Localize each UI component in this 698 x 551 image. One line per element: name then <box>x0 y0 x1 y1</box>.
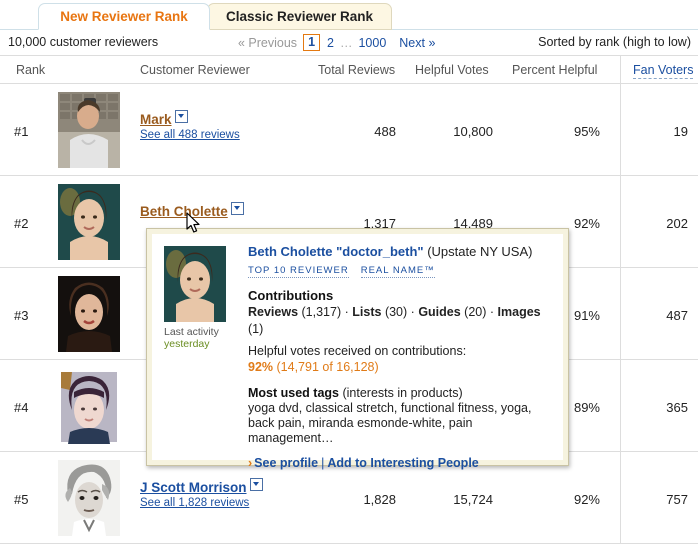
reviewer-profile-popup: Last activity yesterday Beth Cholette "d… <box>146 228 569 470</box>
info-bar: 10,000 customer reviewers « Previous 1 2 … 1… <box>0 30 698 56</box>
column-header-percent-helpful: Percent Helpful <box>512 63 598 77</box>
pagination-page-2[interactable]: 2 <box>327 36 334 50</box>
pagination: « Previous 1 2 … 1000 Next » <box>238 34 435 51</box>
contrib-images-label[interactable]: Images <box>498 305 541 319</box>
sort-indicator: Sorted by rank (high to low) <box>538 35 691 49</box>
popup-last-activity: Last activity yesterday <box>164 326 242 350</box>
popup-reviewer-location: (Upstate NY USA) <box>427 244 533 259</box>
rank-value: #4 <box>14 400 29 415</box>
avatar[interactable] <box>58 460 120 536</box>
rank-value: #5 <box>14 492 29 507</box>
row-column-divider <box>620 452 621 544</box>
column-header-total-reviews: Total Reviews <box>318 63 396 77</box>
pagination-page-1[interactable]: 1 <box>303 34 321 51</box>
tab-classic-reviewer-rank[interactable]: Classic Reviewer Rank <box>207 3 392 30</box>
popup-helpful-votes-label: Helpful votes received on contributions: <box>248 344 467 358</box>
contrib-lists-label[interactable]: Lists <box>352 305 381 319</box>
see-all-reviews-link[interactable]: See all 1,828 reviews <box>140 497 263 509</box>
fan-voters-value: 365 <box>666 400 688 415</box>
tab-new-reviewer-rank[interactable]: New Reviewer Rank <box>38 3 210 30</box>
add-to-interesting-people-link[interactable]: Add to Interesting People <box>327 456 478 470</box>
tags-heading-label: Most used tags <box>248 386 339 400</box>
contrib-images-count: (1) <box>248 322 264 336</box>
popup-tags-list: yoga dvd, classical stretch, functional … <box>248 401 532 445</box>
pagination-previous: « Previous <box>238 35 298 50</box>
badge-top-10-reviewer[interactable]: TOP 10 REVIEWER <box>248 265 349 278</box>
avatar[interactable] <box>58 92 120 168</box>
badge-real-name[interactable]: REAL NAME™ <box>360 265 435 278</box>
contrib-guides-label[interactable]: Guides <box>418 305 460 319</box>
total-reviews-value: 1,828 <box>363 492 396 507</box>
popup-helpful-votes-value: 92% (14,791 of 16,128) <box>248 359 551 375</box>
contrib-sep-1: · <box>344 305 349 319</box>
row-column-divider <box>620 268 621 360</box>
popup-avatar <box>164 246 226 322</box>
contrib-reviews-label[interactable]: Reviews <box>248 305 298 319</box>
tags-subheading-label: (interests in products) <box>342 386 463 400</box>
column-header-rank: Rank <box>16 63 46 77</box>
popup-tags-heading: Most used tags (interests in products) <box>248 385 551 401</box>
contrib-guides-count: (20) <box>464 305 487 319</box>
rank-value: #2 <box>14 216 29 231</box>
row-column-divider <box>620 360 621 452</box>
helpful-votes-value: 10,800 <box>453 124 493 139</box>
contrib-reviews-count: (1,317) <box>301 305 342 319</box>
rank-value: #1 <box>14 124 29 139</box>
contrib-sep-2: · <box>410 305 415 319</box>
arrow-right-icon: › <box>248 456 253 470</box>
popup-title: Beth Cholette "doctor_beth" (Upstate NY … <box>248 244 551 260</box>
avatar[interactable] <box>58 184 120 260</box>
rank-value: #3 <box>14 308 29 323</box>
tab-bar: New Reviewer Rank Classic Reviewer Rank <box>0 0 698 30</box>
chevron-down-icon[interactable] <box>230 202 244 215</box>
total-reviews-value: 488 <box>374 124 396 139</box>
row-column-divider <box>620 84 621 176</box>
popup-badges: TOP 10 REVIEWER REAL NAME™ <box>248 262 551 278</box>
avatar[interactable] <box>58 276 120 352</box>
link-separator: | <box>321 456 325 470</box>
last-activity-value: yesterday <box>164 338 210 350</box>
table-row: #1 Mark See all 488 reviews 488 10,800 9… <box>0 84 698 176</box>
pagination-page-last[interactable]: 1000 <box>358 36 386 50</box>
see-all-reviews-link[interactable]: See all 488 reviews <box>140 129 240 141</box>
helpful-votes-detail: (14,791 of 16,128) <box>276 360 379 374</box>
reviewer-name-link[interactable]: Mark <box>140 112 172 127</box>
popup-contributions-line: Reviews (1,317) · Lists (30) · Guides (2… <box>248 304 551 338</box>
popup-reviewer-name[interactable]: Beth Cholette <box>248 244 333 259</box>
table-header-row: Rank Customer Reviewer Total Reviews Hel… <box>0 56 698 84</box>
column-header-fan-voters[interactable]: Fan Voters <box>633 63 694 79</box>
contrib-lists-count: (30) <box>384 305 408 319</box>
reviewer-name-link[interactable]: Beth Cholette <box>140 204 228 219</box>
popup-action-links: › See profile | Add to Interesting People <box>248 456 551 470</box>
popup-reviewer-nickname: "doctor_beth" <box>336 244 424 259</box>
reviewer-count-label: 10,000 customer reviewers <box>8 35 159 49</box>
reviewer-name-cell: J Scott Morrison See all 1,828 reviews <box>140 478 263 509</box>
popup-inner: Last activity yesterday Beth Cholette "d… <box>152 234 563 470</box>
row-column-divider <box>620 176 621 268</box>
pagination-ellipsis: … <box>339 35 353 50</box>
fan-voters-value: 19 <box>673 124 688 139</box>
fan-voters-value: 757 <box>666 492 688 507</box>
see-profile-link[interactable]: See profile <box>254 456 318 470</box>
avatar[interactable] <box>58 368 120 444</box>
popup-contributions-heading: Contributions <box>248 288 334 303</box>
fan-voters-value: 202 <box>666 216 688 231</box>
fan-voters-value: 487 <box>666 308 688 323</box>
pagination-next[interactable]: Next » <box>399 36 435 50</box>
chevron-down-icon[interactable] <box>174 110 188 123</box>
popup-body: Beth Cholette "doctor_beth" (Upstate NY … <box>248 244 551 470</box>
reviewer-name-cell: Mark See all 488 reviews <box>140 110 240 141</box>
helpful-votes-value: 15,724 <box>453 492 493 507</box>
reviewer-name-link[interactable]: J Scott Morrison <box>140 480 247 495</box>
last-activity-label: Last activity <box>164 326 219 338</box>
reviewer-name-cell: Beth Cholette <box>140 202 244 219</box>
chevron-down-icon[interactable] <box>249 478 263 491</box>
percent-helpful-value: 92% <box>573 492 600 507</box>
helpful-votes-percent: 92% <box>248 360 274 374</box>
header-column-divider <box>620 56 621 84</box>
contrib-sep-3: · <box>489 305 495 319</box>
percent-helpful-value: 95% <box>573 124 600 139</box>
column-header-helpful-votes: Helpful Votes <box>415 63 489 77</box>
column-header-customer-reviewer: Customer Reviewer <box>140 63 250 77</box>
